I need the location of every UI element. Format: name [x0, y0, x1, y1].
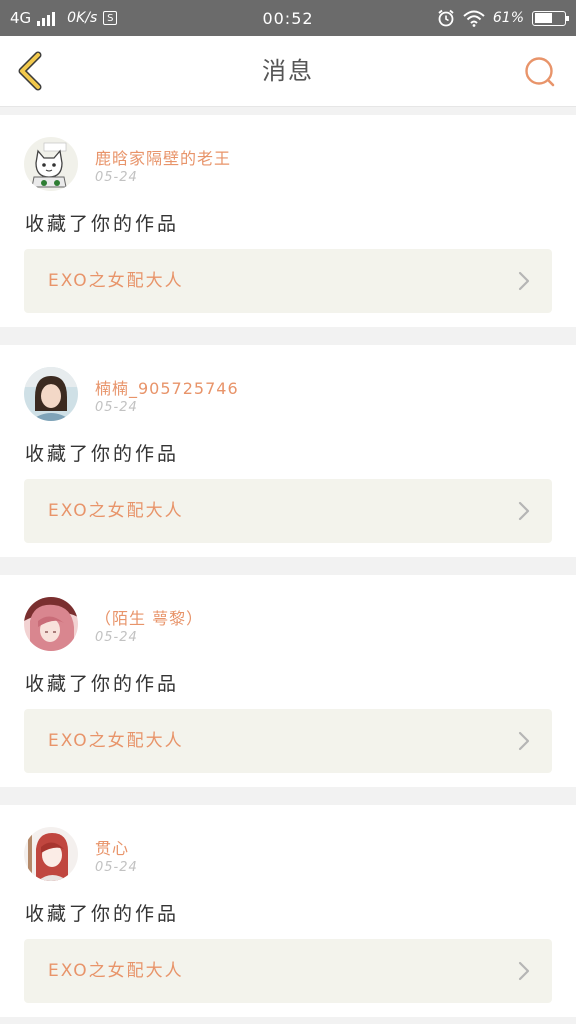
work-title: EXO之女配大人 — [48, 731, 184, 751]
work-link[interactable]: EXO之女配大人 — [24, 479, 552, 543]
message-date: 05-24 — [95, 170, 138, 185]
search-button[interactable] — [522, 54, 558, 90]
wifi-icon — [463, 10, 485, 27]
action-text: 收藏了你的作品 — [25, 213, 180, 235]
clock: 00:52 — [262, 8, 314, 28]
avatar[interactable] — [24, 597, 78, 651]
message-card: 楠楠_905725746 05-24 收藏了你的作品 EXO之女配大人 — [0, 345, 576, 557]
avatar[interactable] — [24, 367, 78, 421]
search-icon — [525, 57, 555, 87]
work-title: EXO之女配大人 — [48, 501, 184, 521]
battery-percent: 61% — [492, 10, 524, 26]
battery-level — [534, 13, 553, 23]
message-card: （陌生 萼黎） 05-24 收藏了你的作品 EXO之女配大人 — [0, 575, 576, 787]
s-notification-label: S — [107, 12, 114, 24]
chevron-right-icon — [518, 731, 530, 751]
alarm-icon — [438, 9, 454, 27]
work-title: EXO之女配大人 — [48, 271, 184, 291]
work-link[interactable]: EXO之女配大人 — [24, 249, 552, 313]
work-link[interactable]: EXO之女配大人 — [24, 709, 552, 773]
red-hair-portrait-avatar-icon — [24, 827, 78, 881]
s-notification-icon: S — [103, 11, 118, 25]
avatar[interactable] — [24, 827, 78, 881]
action-text: 收藏了你的作品 — [25, 903, 180, 925]
chevron-right-icon — [518, 271, 530, 291]
message-card: 贯心 05-24 收藏了你的作品 EXO之女配大人 — [0, 805, 576, 1017]
cat-cartoon-avatar-icon — [24, 137, 78, 191]
network-type: 4G — [10, 9, 32, 27]
avatar[interactable] — [24, 137, 78, 191]
status-bar: 4G 0K/s S 00:52 61% — [0, 0, 576, 36]
chevron-right-icon — [518, 501, 530, 521]
username[interactable]: （陌生 萼黎） — [95, 605, 203, 629]
message-date: 05-24 — [95, 860, 138, 875]
message-card: 鹿晗家隔壁的老王 05-24 收藏了你的作品 EXO之女配大人 — [0, 115, 576, 327]
network-speed: 0K/s — [67, 10, 98, 26]
username[interactable]: 鹿晗家隔壁的老王 — [95, 145, 231, 169]
message-date: 05-24 — [95, 630, 138, 645]
girl-photo-avatar-icon — [24, 367, 78, 421]
action-text: 收藏了你的作品 — [25, 673, 180, 695]
work-title: EXO之女配大人 — [48, 961, 184, 981]
pink-hair-girl-avatar-icon — [24, 597, 78, 651]
work-link[interactable]: EXO之女配大人 — [24, 939, 552, 1003]
username[interactable]: 楠楠_905725746 — [95, 375, 239, 399]
header: 消息 — [0, 36, 576, 106]
signal-icon — [37, 10, 56, 26]
page-title: 消息 — [262, 57, 314, 85]
battery-icon — [532, 10, 569, 26]
message-date: 05-24 — [95, 400, 138, 415]
chevron-right-icon — [518, 961, 530, 981]
username[interactable]: 贯心 — [95, 835, 129, 859]
action-text: 收藏了你的作品 — [25, 443, 180, 465]
